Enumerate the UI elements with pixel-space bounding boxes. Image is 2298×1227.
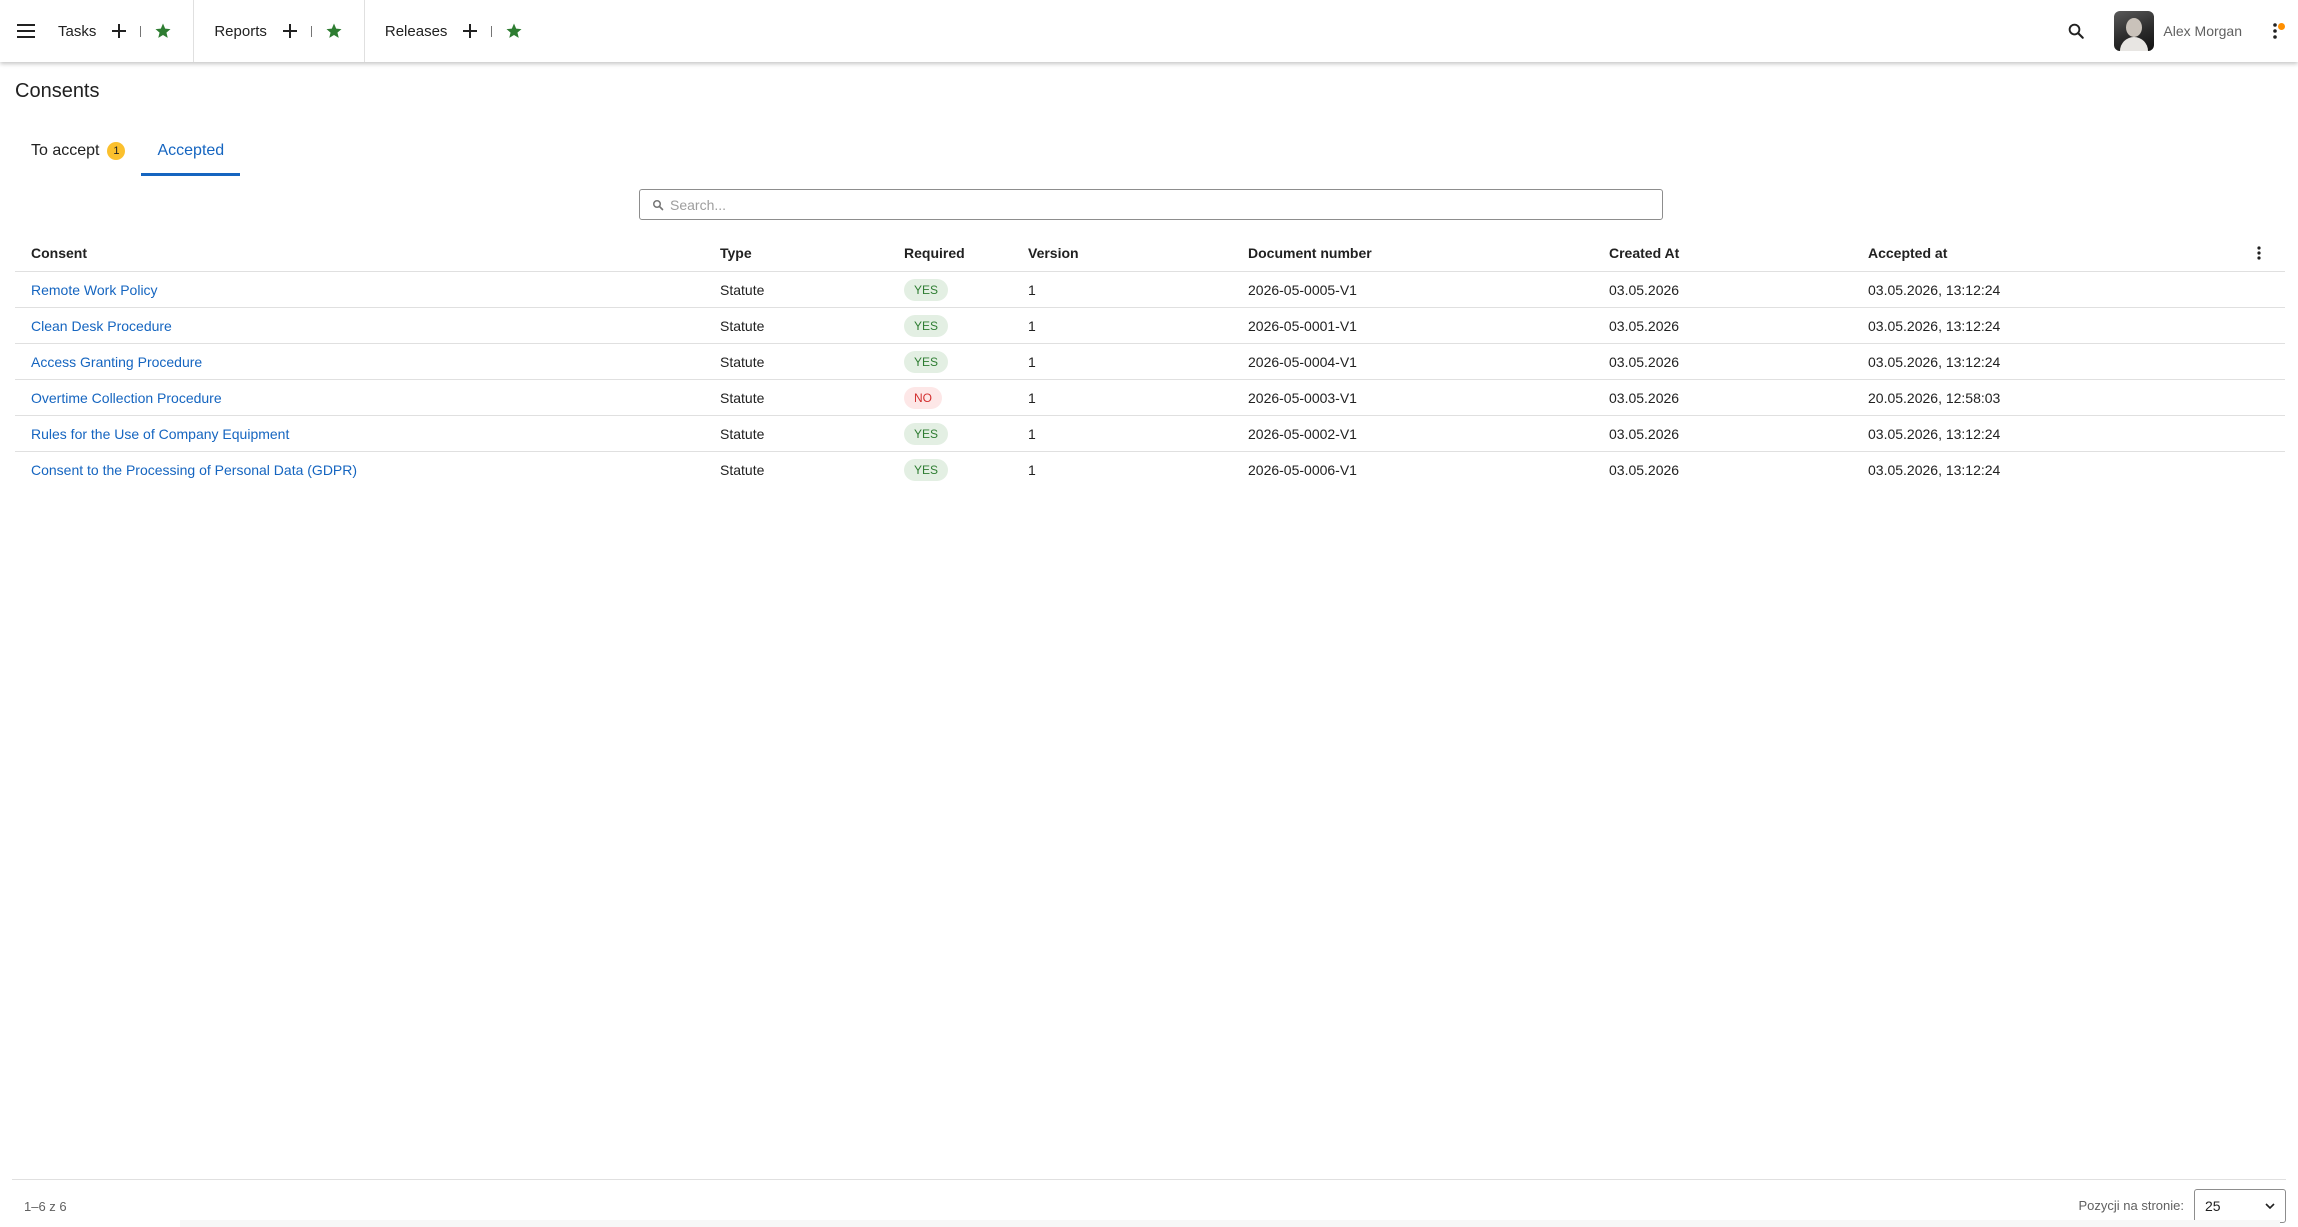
rows-per-page-label: Pozycji na stronie: — [2078, 1198, 2185, 1213]
required-chip: YES — [904, 422, 949, 445]
add-task-icon[interactable] — [110, 22, 128, 40]
accepted-at-cell: 20.05.2026, 12:58:03 — [1868, 389, 2001, 406]
created-at-cell: 03.05.2026 — [1609, 353, 1680, 370]
created-at-cell: 03.05.2026 — [1609, 317, 1680, 334]
user-name[interactable]: Alex Morgan — [2163, 23, 2242, 39]
search-input[interactable] — [670, 190, 1662, 219]
consent-link[interactable]: Access Granting Procedure — [31, 354, 202, 370]
accepted-at-cell: 03.05.2026, 13:12:24 — [1868, 425, 2001, 442]
type-cell: Statute — [720, 389, 765, 406]
accepted-at-cell: 03.05.2026, 13:12:24 — [1868, 281, 2001, 298]
star-icon[interactable] — [324, 21, 344, 41]
created-at-cell: 03.05.2026 — [1609, 389, 1680, 406]
nav-divider — [491, 25, 493, 37]
document-number-cell: 2026-05-0001-V1 — [1248, 317, 1357, 334]
topbar-right: Alex Morgan — [2056, 0, 2298, 62]
consent-link[interactable]: Overtime Collection Procedure — [31, 390, 222, 406]
star-icon[interactable] — [153, 21, 173, 41]
nav-group-releases: Releases — [365, 0, 545, 62]
accepted-at-cell: 03.05.2026, 13:12:24 — [1868, 353, 2001, 370]
hamburger-menu-icon[interactable] — [0, 0, 52, 62]
search-field — [639, 189, 1663, 220]
avatar[interactable] — [2114, 11, 2155, 51]
version-cell: 1 — [1028, 281, 1036, 298]
document-number-cell: 2026-05-0003-V1 — [1248, 389, 1357, 406]
created-at-cell: 03.05.2026 — [1609, 281, 1680, 298]
tab-label: Accepted — [157, 142, 225, 159]
document-number-cell: 2026-05-0005-V1 — [1248, 281, 1357, 298]
search-icon — [653, 199, 664, 210]
version-cell: 1 — [1028, 317, 1036, 334]
pending-count-badge: 1 — [107, 142, 126, 160]
top-app-bar: Tasks Reports Releases Alex Morgan — [0, 0, 2298, 62]
accepted-at-cell: 03.05.2026, 13:12:24 — [1868, 462, 2001, 478]
nav-tasks-link[interactable]: Tasks — [58, 23, 96, 40]
add-report-icon[interactable] — [281, 22, 299, 40]
required-chip: YES — [904, 350, 949, 373]
type-cell: Statute — [720, 353, 765, 370]
chevron-down-icon — [2265, 1203, 2275, 1209]
created-at-cell: 03.05.2026 — [1609, 462, 1680, 478]
required-chip: NO — [904, 386, 942, 409]
consent-link[interactable]: Remote Work Policy — [31, 282, 158, 298]
tab-accepted[interactable]: Accepted — [141, 126, 240, 176]
table-row: Rules for the Use of Company Equipment S… — [15, 416, 2285, 452]
required-chip: YES — [904, 278, 949, 301]
column-header-version[interactable]: Version — [1028, 234, 1079, 271]
version-cell: 1 — [1028, 353, 1036, 370]
tab-label: To accept — [31, 142, 100, 159]
type-cell: Statute — [720, 462, 765, 478]
required-chip: YES — [904, 314, 949, 337]
rows-per-page-select[interactable]: 25 — [2194, 1189, 2286, 1223]
type-cell: Statute — [720, 281, 765, 298]
nav-group-tasks: Tasks — [52, 0, 195, 62]
rows-per-page-value: 25 — [2205, 1198, 2221, 1214]
search-icon[interactable] — [2056, 11, 2096, 51]
table-header-row: Consent Type Required Version Document n… — [15, 234, 2285, 272]
table-row: Consent to the Processing of Personal Da… — [15, 452, 2285, 488]
document-number-cell: 2026-05-0002-V1 — [1248, 425, 1357, 442]
nav-divider — [140, 25, 142, 37]
nav-divider — [310, 25, 312, 37]
nav-reports-link[interactable]: Reports — [214, 23, 267, 40]
tabs: To accept 1 Accepted — [15, 126, 240, 176]
required-chip: YES — [904, 459, 949, 481]
document-number-cell: 2026-05-0006-V1 — [1248, 462, 1357, 478]
table-row: Access Granting Procedure Statute YES 1 … — [15, 344, 2285, 380]
pagination-range: 1–6 z 6 — [24, 1199, 67, 1214]
consent-link[interactable]: Consent to the Processing of Personal Da… — [31, 462, 357, 478]
created-at-cell: 03.05.2026 — [1609, 425, 1680, 442]
nav-releases-link[interactable]: Releases — [385, 23, 448, 40]
column-options-icon[interactable] — [2247, 234, 2271, 271]
version-cell: 1 — [1028, 462, 1036, 478]
version-cell: 1 — [1028, 425, 1036, 442]
consent-link[interactable]: Rules for the Use of Company Equipment — [31, 426, 289, 442]
document-number-cell: 2026-05-0004-V1 — [1248, 353, 1357, 370]
column-header-accepted-at[interactable]: Accepted at — [1868, 234, 1947, 271]
version-cell: 1 — [1028, 389, 1036, 406]
table-row: Clean Desk Procedure Statute YES 1 2026-… — [15, 308, 2285, 344]
type-cell: Statute — [720, 317, 765, 334]
table-row: Overtime Collection Procedure Statute NO… — [15, 380, 2285, 416]
page-title: Consents — [15, 80, 100, 102]
type-cell: Statute — [720, 425, 765, 442]
notification-dot — [2278, 23, 2285, 30]
avatar-body — [2120, 37, 2149, 51]
table-row: Remote Work Policy Statute YES 1 2026-05… — [15, 272, 2285, 308]
accepted-at-cell: 03.05.2026, 13:12:24 — [1868, 317, 2001, 334]
avatar-head — [2126, 18, 2143, 37]
column-header-document-number[interactable]: Document number — [1248, 234, 1372, 271]
column-header-required[interactable]: Required — [904, 234, 965, 271]
column-header-consent[interactable]: Consent — [31, 234, 87, 271]
tab-to-accept[interactable]: To accept 1 — [15, 126, 141, 176]
footer-shade — [180, 1220, 2280, 1227]
column-header-created-at[interactable]: Created At — [1609, 234, 1679, 271]
column-header-type[interactable]: Type — [720, 234, 752, 271]
consents-table: Consent Type Required Version Document n… — [15, 234, 2285, 488]
consent-link[interactable]: Clean Desk Procedure — [31, 318, 172, 334]
nav-group-reports: Reports — [194, 0, 365, 62]
star-icon[interactable] — [504, 21, 524, 41]
more-vertical-icon[interactable] — [2264, 11, 2286, 51]
add-release-icon[interactable] — [461, 22, 479, 40]
